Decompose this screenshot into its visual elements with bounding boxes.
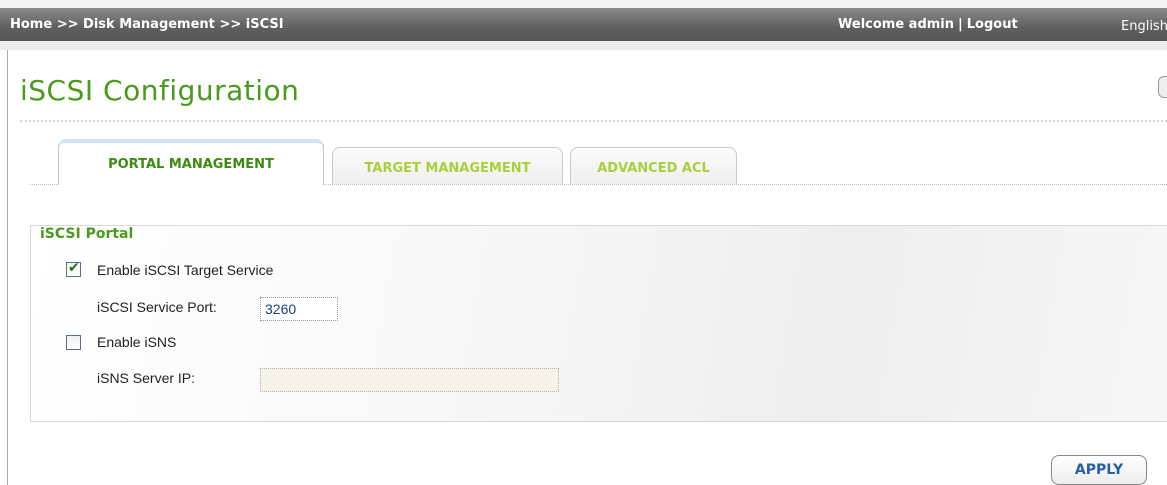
checkmark-icon: ✔ — [68, 260, 80, 276]
breadcrumb-current: iSCSI — [245, 17, 284, 32]
language-selector[interactable]: English — [1121, 19, 1167, 34]
welcome-area: Welcome admin | Logout — [838, 17, 1018, 32]
apply-button[interactable]: APPLY — [1051, 455, 1147, 485]
tab-advanced-acl[interactable]: ADVANCED ACL — [570, 147, 737, 184]
enable-iscsi-target-checkbox[interactable]: ✔ — [66, 260, 81, 277]
breadcrumb-separator: >> — [56, 17, 79, 32]
tab-label: TARGET MANAGEMENT — [364, 161, 531, 176]
service-port-input[interactable]: 3260 — [260, 297, 338, 321]
breadcrumb-disk-management[interactable]: Disk Management — [83, 17, 215, 32]
breadcrumb: Home >> Disk Management >> iSCSI — [10, 17, 284, 32]
iscsi-portal-section — [30, 225, 1167, 422]
breadcrumb-home[interactable]: Home — [10, 17, 52, 32]
tab-portal-management[interactable]: PORTAL MANAGEMENT — [58, 139, 324, 185]
content-border — [7, 50, 8, 485]
tab-label: PORTAL MANAGEMENT — [108, 157, 274, 172]
page-title: iSCSI Configuration — [20, 74, 300, 107]
isns-server-ip-input[interactable] — [260, 368, 559, 392]
logout-link[interactable]: Logout — [967, 17, 1018, 32]
service-port-label: iSCSI Service Port: — [97, 299, 217, 315]
collapse-handle[interactable] — [1158, 76, 1167, 98]
enable-iscsi-target-label: Enable iSCSI Target Service — [97, 262, 274, 278]
tab-label: ADVANCED ACL — [597, 161, 710, 176]
isns-server-ip-label: iSNS Server IP: — [97, 370, 196, 386]
enable-isns-label: Enable iSNS — [97, 334, 177, 350]
welcome-text: Welcome admin — [838, 17, 955, 32]
header-separator: | — [958, 17, 963, 32]
enable-isns-checkbox[interactable] — [66, 335, 81, 350]
breadcrumb-separator: >> — [219, 17, 242, 32]
title-divider — [20, 120, 1167, 122]
tab-target-management[interactable]: TARGET MANAGEMENT — [332, 147, 563, 184]
header-bar: Home >> Disk Management >> iSCSI Welcome… — [0, 8, 1167, 41]
section-legend: iSCSI Portal — [34, 226, 140, 242]
